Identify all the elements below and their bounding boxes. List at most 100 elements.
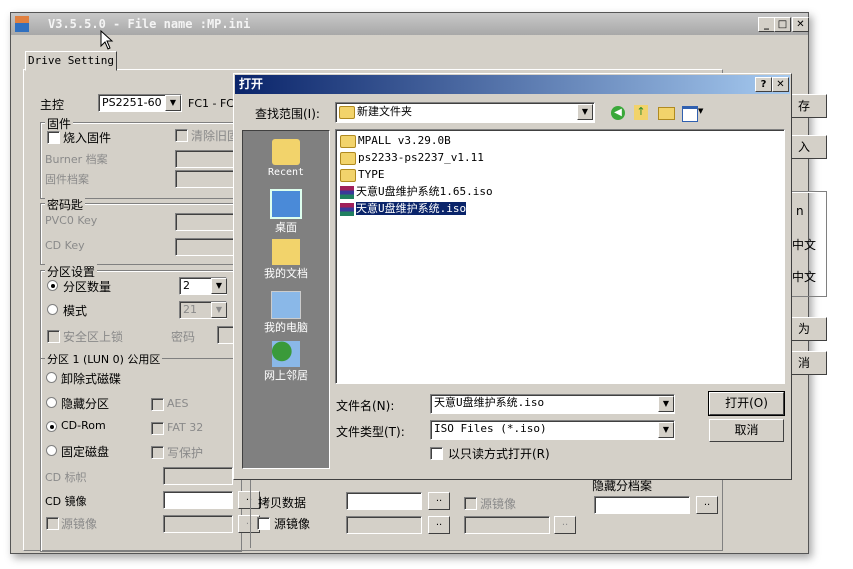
back-icon[interactable]: ◀ [611,106,625,120]
look-in-select[interactable]: 新建文件夹 [335,102,595,123]
chevron-down-icon[interactable]: ▼ [698,107,703,115]
tab-drive-setting[interactable]: Drive Setting [25,51,117,71]
copy-data-label: 拷贝数据 [258,496,307,510]
place-label: Recent [267,167,305,178]
place-desktop[interactable]: 桌面 [243,189,329,235]
chevron-down-icon[interactable]: ▼ [658,422,674,438]
open-file-dialog: 打开 ? ✕ 查找范围(I): 新建文件夹 ▼ ◀ ↑ ▼ Recent 桌面 … [233,73,792,480]
cdrom-radio[interactable] [46,421,57,432]
cdrom-label: CD-Rom [61,419,106,432]
mode-radio[interactable] [47,304,58,315]
clear-old-checkbox[interactable] [175,129,188,142]
new-folder-icon[interactable] [658,107,675,120]
partition-count-label: 分区数量 [63,280,112,294]
place-network[interactable]: 网上邻居 [243,341,329,383]
hidden-radio[interactable] [46,397,57,408]
cd-key-input[interactable] [175,238,241,256]
minimize-button[interactable]: _ [758,17,775,32]
copy-data-browse-button[interactable]: .. [428,492,450,510]
cd-label-label: CD 标帜 [45,471,87,484]
dialog-close-button[interactable]: ✕ [772,77,789,92]
folder-icon [339,105,355,119]
desktop-icon [270,189,302,219]
source-image-label: 源镜像 [61,517,98,531]
file-item[interactable]: MPALL v3.29.0B [340,133,451,149]
file-item[interactable]: 天意U盘维护系统1.65.iso [340,184,493,200]
burn-firmware-checkbox[interactable] [47,131,60,144]
fixed-disk-radio[interactable] [46,445,57,456]
chevron-down-icon[interactable]: ▼ [577,104,593,120]
file-name: MPALL v3.29.0B [358,134,451,147]
hidden-file-browse-button[interactable]: .. [696,496,718,514]
recent-folder-icon [272,139,300,165]
lun1-source-image-browse-button[interactable]: .. [428,516,450,534]
chevron-down-icon[interactable]: ▼ [658,396,674,412]
removable-radio[interactable] [46,372,57,383]
pvc0-label: PVC0 Key [45,214,98,227]
burner-file-input[interactable] [175,150,241,168]
secure-lock-checkbox[interactable] [47,330,60,343]
partition-count-radio[interactable] [47,280,58,291]
cd-label-input[interactable] [163,467,233,485]
readonly-label: 以只读方式打开(R) [448,447,550,461]
main-title: V3.5.5.0 - File name :MP.ini [48,17,251,31]
documents-icon [272,239,300,265]
help-button[interactable]: ? [755,77,772,92]
filename-value: 天意U盘维护系统.iso [434,396,545,409]
cd-image-browse-button[interactable]: .. [238,491,260,509]
fw-file-input[interactable] [175,170,241,188]
pvc0-input[interactable] [175,213,241,231]
filetype-select[interactable]: ISO Files (*.iso) [430,420,675,440]
firmware-group: 固件 烧入固件 清除旧固 Burner 档案 固件档案 [40,115,242,199]
chevron-down-icon[interactable]: ▼ [211,278,227,294]
language-option[interactable]: n [796,204,804,218]
source-image-input[interactable] [163,515,233,533]
place-recent[interactable]: Recent [243,139,329,178]
copy-data-input[interactable] [346,492,422,510]
lun1-source-image-checkbox[interactable] [257,517,270,530]
chevron-down-icon[interactable]: ▼ [211,302,227,318]
computer-icon [271,291,301,319]
file-list[interactable]: MPALL v3.29.0B ps2233-ps2237_v1.11 TYPE … [335,129,785,384]
mouse-cursor-icon [100,30,114,50]
place-my-documents[interactable]: 我的文档 [243,239,329,281]
fat32-checkbox[interactable] [151,422,164,435]
file-item[interactable]: TYPE [340,167,385,183]
fat32-label: FAT 32 [167,421,204,434]
chevron-down-icon[interactable]: ▼ [165,95,181,111]
close-button[interactable]: ✕ [792,17,809,32]
up-folder-icon[interactable]: ↑ [634,105,648,120]
main-title-bar: V3.5.5.0 - File name :MP.ini _ □ ✕ [11,13,809,35]
open-button[interactable]: 打开(O) [708,391,785,416]
language-option-chinese-2[interactable]: 中文 [792,268,816,285]
cancel-button[interactable]: 取消 [709,419,784,442]
filetype-label: 文件类型(T): [336,425,405,439]
hidden-label: 隐藏分区 [61,397,110,411]
mid-source-image-checkbox[interactable] [464,497,477,510]
place-label: 桌面 [275,221,297,234]
hidden-file-input[interactable] [594,496,690,514]
write-protect-label: 写保护 [167,446,204,460]
maximize-button[interactable]: □ [774,17,791,32]
file-item-selected[interactable]: 天意U盘维护系统.iso [340,201,468,217]
file-item[interactable]: ps2233-ps2237_v1.11 [340,150,484,166]
file-name: 天意U盘维护系统.iso [354,201,468,216]
source-image-checkbox[interactable] [46,517,59,530]
write-protect-checkbox[interactable] [151,446,164,459]
place-my-computer[interactable]: 我的电脑 [243,291,329,335]
filename-input[interactable]: 天意U盘维护系统.iso [430,394,675,414]
readonly-checkbox[interactable] [430,447,443,460]
cd-image-input[interactable] [163,491,233,509]
filename-label: 文件名(N): [336,399,395,413]
cd-image-label: CD 镜像 [45,495,87,508]
dialog-title: 打开 [239,77,264,91]
mid-source-image-input[interactable] [464,516,550,534]
archive-icon [340,202,354,216]
language-option-chinese[interactable]: 中文 [792,236,816,253]
aes-checkbox[interactable] [151,398,164,411]
view-menu-icon[interactable] [682,106,698,122]
folder-icon [340,168,356,182]
mid-source-image-browse-button[interactable]: .. [554,516,576,534]
lun1-source-image-input[interactable] [346,516,422,534]
clear-old-label: 清除旧固 [191,129,240,143]
